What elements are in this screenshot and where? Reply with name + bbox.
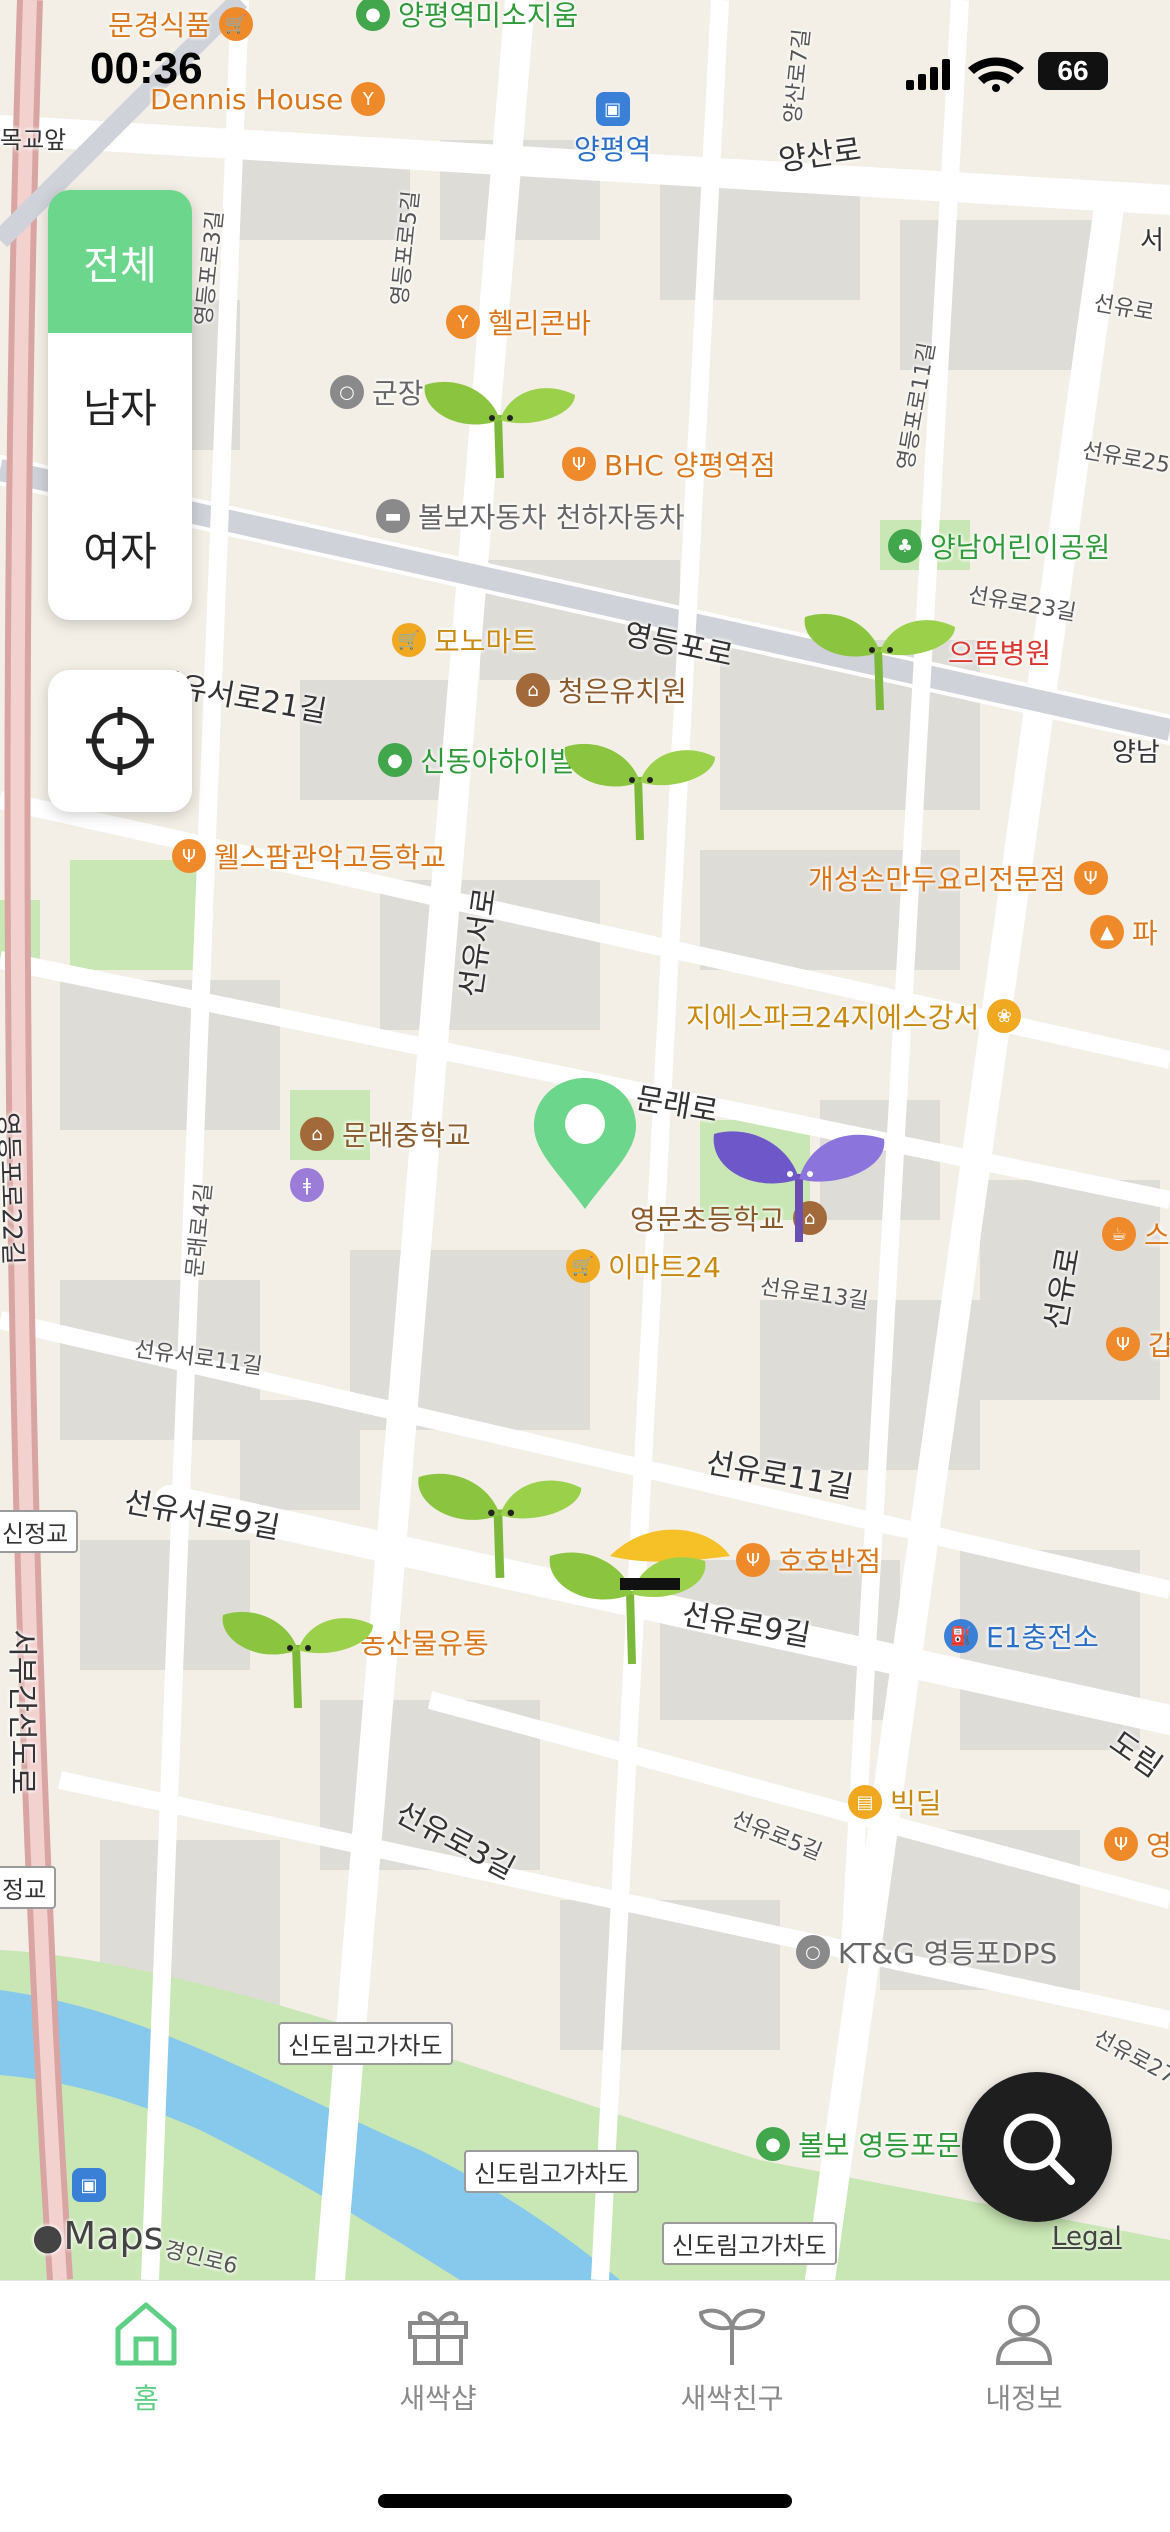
- legal-link[interactable]: Legal: [1052, 2222, 1122, 2252]
- sprout-marker[interactable]: [420, 360, 580, 480]
- battery-indicator: 66: [1038, 52, 1108, 90]
- maps-attribution: ●Maps: [32, 2214, 164, 2258]
- poi-bhc[interactable]: Ψ BHC 양평역점: [562, 444, 776, 484]
- sprout-icon: [698, 2308, 766, 2365]
- poi-mono-mart[interactable]: 🛒 모노마트: [392, 620, 537, 660]
- overpass-label: 신도림고가차도: [278, 2022, 453, 2065]
- filter-all[interactable]: 전체: [48, 190, 192, 333]
- apple-logo-icon: ●: [32, 2217, 64, 2258]
- tab-shop-label: 새싹샵: [399, 2382, 477, 2415]
- fork-icon: Ψ: [172, 839, 206, 873]
- poi-volvo-cheonha[interactable]: ▬ 볼보자동차 천하자동차: [376, 496, 685, 536]
- tab-friends-label: 새싹친구: [680, 2382, 784, 2415]
- poi-dumpling[interactable]: 개성손만두요리전문점 Ψ: [808, 858, 1108, 898]
- poi-high-school[interactable]: Ψ 웰스팜관악고등학교: [172, 836, 446, 876]
- tab-home-label: 홈: [133, 2382, 159, 2415]
- sprout-marker[interactable]: [560, 722, 720, 842]
- poi-munrae-middle[interactable]: ⌂ 문래중학교: [300, 1114, 471, 1154]
- cup-icon: ☕: [1102, 1217, 1136, 1251]
- ring-icon: ○: [330, 375, 364, 409]
- bridge-label: 신정교: [0, 1510, 79, 1553]
- poi-e1-station[interactable]: ⛽ E1충전소: [944, 1616, 1099, 1656]
- poi-pizza[interactable]: ▲ 파: [1090, 912, 1158, 952]
- spa-icon: ❀: [987, 999, 1022, 1033]
- poi-ktg[interactable]: ○ KT&G 영등포DPS: [796, 1932, 1057, 1972]
- signal-wifi-icon: [906, 57, 1024, 92]
- fuel-icon: ⛽: [944, 1619, 978, 1653]
- poi-munkyung-food[interactable]: 문경식품 🛒: [108, 4, 254, 44]
- sprout-marker-cool[interactable]: [540, 1516, 740, 1666]
- filter-male[interactable]: 남자: [48, 333, 192, 476]
- bag-icon: ▤: [848, 1785, 882, 1819]
- poi-volvo-yeongdeungpo[interactable]: ● 볼보 영등포문: [756, 2124, 961, 2164]
- pin-icon: ●: [378, 743, 412, 777]
- status-bar: 00:36 66: [0, 44, 1170, 104]
- cart-icon: 🛒: [219, 7, 254, 41]
- tab-friends[interactable]: 새싹친구: [632, 2301, 832, 2417]
- poi-restaurant-edge-2[interactable]: Ψ영: [1104, 1824, 1170, 1864]
- status-time: 00:36: [90, 44, 203, 93]
- overpass-label: 신도림고가차도: [464, 2150, 639, 2193]
- poi-mokgyo[interactable]: 목교앞: [0, 120, 66, 155]
- search-icon: [1003, 2113, 1075, 2185]
- poi-subway-bottom[interactable]: ▣: [72, 2168, 106, 2202]
- tab-home[interactable]: 홈: [46, 2301, 246, 2417]
- restroom-icon: ǂ: [290, 1168, 324, 1202]
- poi-hoho-banjeom[interactable]: Ψ 호호반점: [736, 1540, 881, 1580]
- school-icon: ⌂: [300, 1117, 334, 1151]
- cup-icon: Y: [446, 305, 480, 339]
- home-icon: [115, 2302, 177, 2366]
- poi-shindonga[interactable]: ● 신동아하이빌: [378, 740, 575, 780]
- filter-female[interactable]: 여자: [48, 476, 192, 619]
- poi-bigdeal[interactable]: ▤ 빅딜: [848, 1782, 942, 1822]
- tab-shop[interactable]: 새싹샵: [338, 2301, 538, 2417]
- locate-button[interactable]: [48, 670, 192, 812]
- poi-helicon-bar[interactable]: Y 헬리콘바: [446, 302, 591, 342]
- bridge-label: 정교: [0, 1866, 57, 1909]
- search-button[interactable]: [962, 2072, 1112, 2222]
- pin-icon: ●: [356, 0, 390, 31]
- poi-edge-yangnam[interactable]: 양남: [1112, 732, 1160, 769]
- gift-icon: [408, 2311, 468, 2365]
- overpass-label: 신도림고가차도: [662, 2222, 837, 2265]
- ring-icon: ○: [796, 1935, 830, 1969]
- sprout-marker-purple[interactable]: [704, 1114, 894, 1244]
- poi-restroom[interactable]: ǂ: [290, 1168, 324, 1202]
- home-indicator[interactable]: [378, 2494, 792, 2508]
- fork-icon: Ψ: [736, 1543, 770, 1577]
- poi-edge-seo[interactable]: 서: [1140, 220, 1164, 257]
- school-icon: ⌂: [516, 673, 550, 707]
- poi-restaurant-edge[interactable]: Ψ갑: [1106, 1324, 1170, 1364]
- car-icon: ▬: [376, 499, 410, 533]
- tree-icon: ♣: [888, 529, 922, 563]
- poi-cafe-edge[interactable]: ☕ 스: [1102, 1214, 1170, 1254]
- poi-apartment[interactable]: ● 양평역미소지움: [356, 0, 578, 34]
- poi-produce[interactable]: 농산물유통: [360, 1622, 489, 1662]
- location-pin-icon[interactable]: [530, 1074, 640, 1214]
- poi-gs-park[interactable]: 지에스파크24지에스강서 ❀: [686, 996, 1022, 1036]
- tab-profile-label: 내정보: [985, 2382, 1063, 2415]
- poi-yangnam-park[interactable]: ♣ 양남어린이공원: [888, 526, 1110, 566]
- poi-emart24[interactable]: 🛒 이마트24: [566, 1246, 721, 1286]
- fork-icon: Ψ: [1073, 861, 1108, 895]
- poi-gunjang[interactable]: ○ 군장: [330, 372, 424, 412]
- poi-hospital[interactable]: 으뜸병원: [948, 632, 1051, 672]
- crosshair-icon: [86, 707, 154, 775]
- cart-icon: 🛒: [566, 1249, 600, 1283]
- person-icon: [995, 2305, 1053, 2365]
- gender-filter: 전체 남자 여자: [48, 190, 192, 620]
- pizza-icon: ▲: [1090, 915, 1124, 949]
- poi-kindergarten[interactable]: ⌂ 청은유치원: [516, 670, 687, 710]
- tab-profile[interactable]: 내정보: [924, 2301, 1124, 2417]
- fork-icon: Ψ: [1104, 1827, 1138, 1861]
- road-label: 서부간선도로: [3, 1629, 39, 1795]
- train-icon: ▣: [72, 2168, 106, 2202]
- sprout-marker[interactable]: [218, 1590, 378, 1710]
- road-label: 영등포로22길: [0, 1111, 28, 1266]
- pin-icon: ●: [756, 2127, 790, 2161]
- fork-icon: Ψ: [1106, 1327, 1140, 1361]
- cart-icon: 🛒: [392, 623, 426, 657]
- sprout-marker[interactable]: [800, 592, 960, 712]
